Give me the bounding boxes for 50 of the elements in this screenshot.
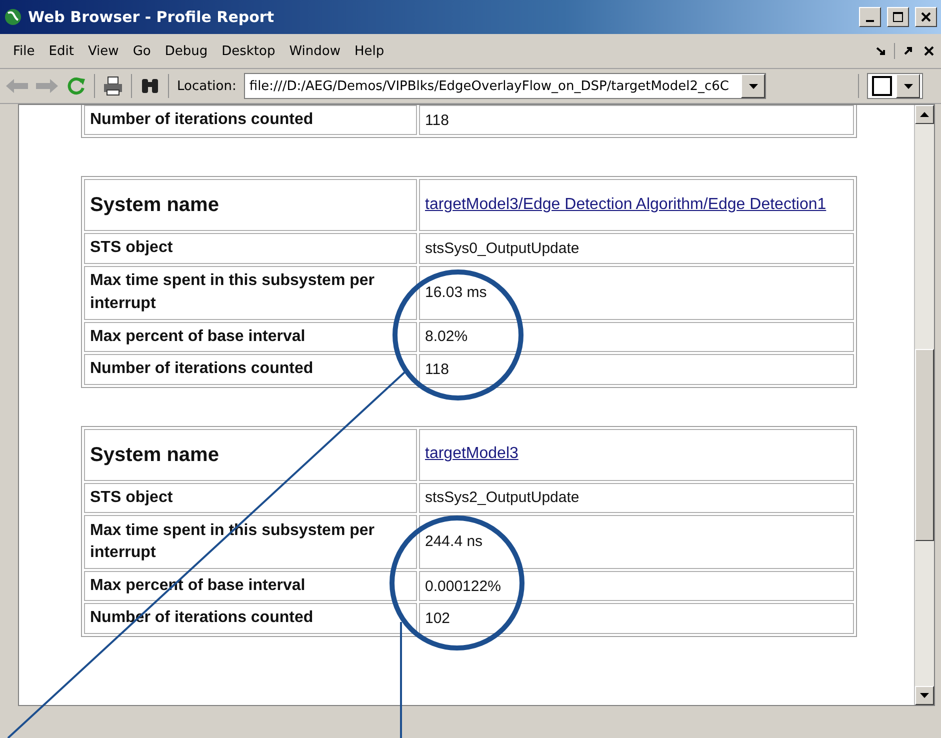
square-icon — [872, 76, 892, 96]
row-label: Max percent of base interval — [84, 322, 417, 352]
row-value: 8.02% — [419, 322, 854, 352]
dock-icon[interactable] — [903, 46, 913, 56]
row-value: 118 — [419, 354, 854, 385]
maximize-button[interactable] — [887, 7, 909, 27]
row-value: stsSys2_OutputUpdate — [419, 482, 854, 513]
menu-item[interactable]: File — [6, 44, 42, 58]
up-arrow-icon — [920, 112, 929, 117]
row-label: STS object — [84, 482, 417, 513]
minimize-button[interactable] — [859, 7, 881, 27]
row-value: 118 — [419, 105, 854, 136]
row-value: 102 — [419, 603, 854, 634]
row-label: Number of iterations counted — [84, 354, 417, 385]
menu-item[interactable]: View — [80, 44, 126, 58]
down-arrow-icon — [920, 693, 929, 698]
close-icon[interactable] — [923, 45, 935, 57]
scroll-thumb[interactable] — [915, 349, 934, 541]
close-button[interactable] — [915, 7, 937, 27]
row-label: Number of iterations counted — [84, 105, 417, 136]
down-arrow-icon — [748, 84, 758, 88]
print-icon[interactable] — [103, 76, 123, 96]
menu-item[interactable]: Edit — [42, 44, 81, 58]
row-value: 244.4 ns — [419, 514, 854, 569]
close-icon — [921, 12, 931, 22]
menu-item[interactable]: Go — [126, 44, 158, 58]
undock-icon[interactable] — [876, 46, 886, 56]
location-dropdown-button[interactable] — [741, 74, 766, 98]
binoculars-icon[interactable] — [140, 77, 160, 95]
menu-item[interactable]: Help — [348, 44, 392, 58]
globe-icon — [4, 8, 22, 26]
menu-item[interactable]: Desktop — [214, 44, 282, 58]
row-label: STS object — [84, 233, 417, 264]
row-value: 0.000122% — [419, 570, 854, 602]
location-label: Location: — [177, 78, 236, 94]
view-select[interactable] — [867, 73, 923, 99]
menu-item[interactable]: Debug — [158, 44, 215, 58]
system-link[interactable]: targetModel3/Edge Detection Algorithm/Edge Detection1 — [425, 194, 826, 217]
down-arrow-icon — [904, 84, 912, 88]
location-field[interactable]: file:///D:/AEG/Demos/VIPBlks/EdgeOverlayFlow_on_DSP/targetModel2_c6C — [244, 73, 766, 99]
row-label: Max time spent in this subsystem per interrupt — [84, 266, 417, 320]
row-label: System name — [84, 179, 417, 232]
minimize-icon — [866, 20, 874, 22]
menu-item[interactable]: Window — [282, 44, 348, 58]
row-value: 16.03 ms — [419, 266, 854, 320]
window-title: Web Browser - Profile Report — [28, 8, 275, 26]
system-link[interactable]: targetModel3 — [425, 443, 518, 466]
maximize-icon — [893, 12, 903, 22]
row-value: stsSys0_OutputUpdate — [419, 233, 854, 264]
row-label: System name — [84, 428, 417, 481]
